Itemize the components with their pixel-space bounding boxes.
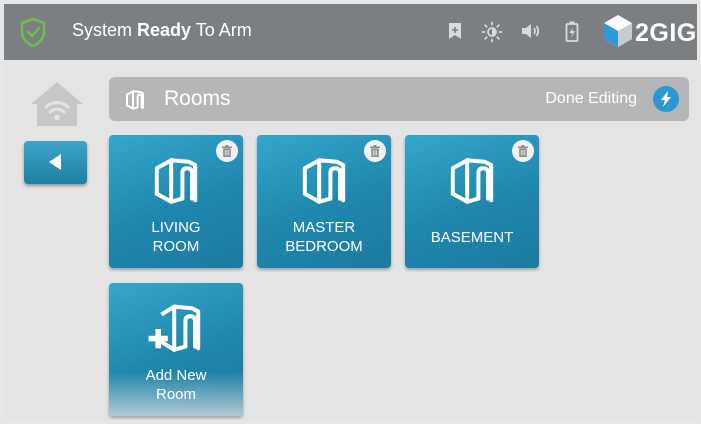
add-room-icon — [147, 303, 203, 360]
security-shield-icon[interactable] — [19, 17, 47, 48]
delete-room-button[interactable] — [512, 140, 534, 162]
room-name-line1: MASTER — [292, 219, 356, 236]
room-name-line1: LIVING — [151, 219, 201, 236]
room-icon — [125, 90, 145, 115]
trash-icon — [518, 145, 528, 157]
page-title: Rooms — [164, 87, 231, 110]
delete-room-button[interactable] — [216, 140, 238, 162]
delete-room-button[interactable] — [364, 140, 386, 162]
add-new-room-button[interactable]: Add New Room — [109, 283, 243, 416]
cube-icon — [604, 15, 632, 47]
add-room-label-line1: Add New — [145, 367, 207, 384]
brightness-icon[interactable] — [481, 21, 503, 43]
room-door-icon — [448, 157, 496, 210]
top-bar: System Ready To Arm 2GIG — [4, 4, 697, 60]
room-tile[interactable]: LIVING ROOM — [109, 135, 243, 268]
rooms-header: Rooms Done Editing — [109, 77, 689, 121]
room-tile[interactable]: BASEMENT — [405, 135, 539, 268]
room-tile[interactable]: MASTER BEDROOM — [257, 135, 391, 268]
room-name-line1: BASEMENT — [430, 229, 514, 246]
room-door-icon — [152, 157, 200, 210]
brand-logo: 2GIG — [602, 13, 697, 51]
room-name-line2: BEDROOM — [285, 238, 363, 255]
room-name-line2: ROOM — [152, 238, 200, 255]
done-editing-button[interactable]: Done Editing — [529, 86, 679, 112]
trash-icon — [370, 145, 380, 157]
battery-icon[interactable] — [565, 21, 585, 42]
back-button[interactable] — [24, 141, 87, 184]
volume-icon[interactable] — [520, 21, 540, 41]
back-arrow-icon — [49, 154, 61, 170]
lightning-icon — [653, 86, 679, 112]
home-wifi-icon[interactable] — [29, 80, 85, 128]
system-status-text: System Ready To Arm — [72, 20, 252, 40]
app-frame: System Ready To Arm 2GIG Rooms Done Edit… — [4, 4, 697, 420]
bookmark-icon[interactable] — [445, 21, 465, 41]
add-room-label-line2: Room — [155, 386, 196, 403]
room-door-icon — [300, 157, 348, 210]
trash-icon — [222, 145, 232, 157]
done-editing-label: Done Editing — [545, 90, 637, 107]
